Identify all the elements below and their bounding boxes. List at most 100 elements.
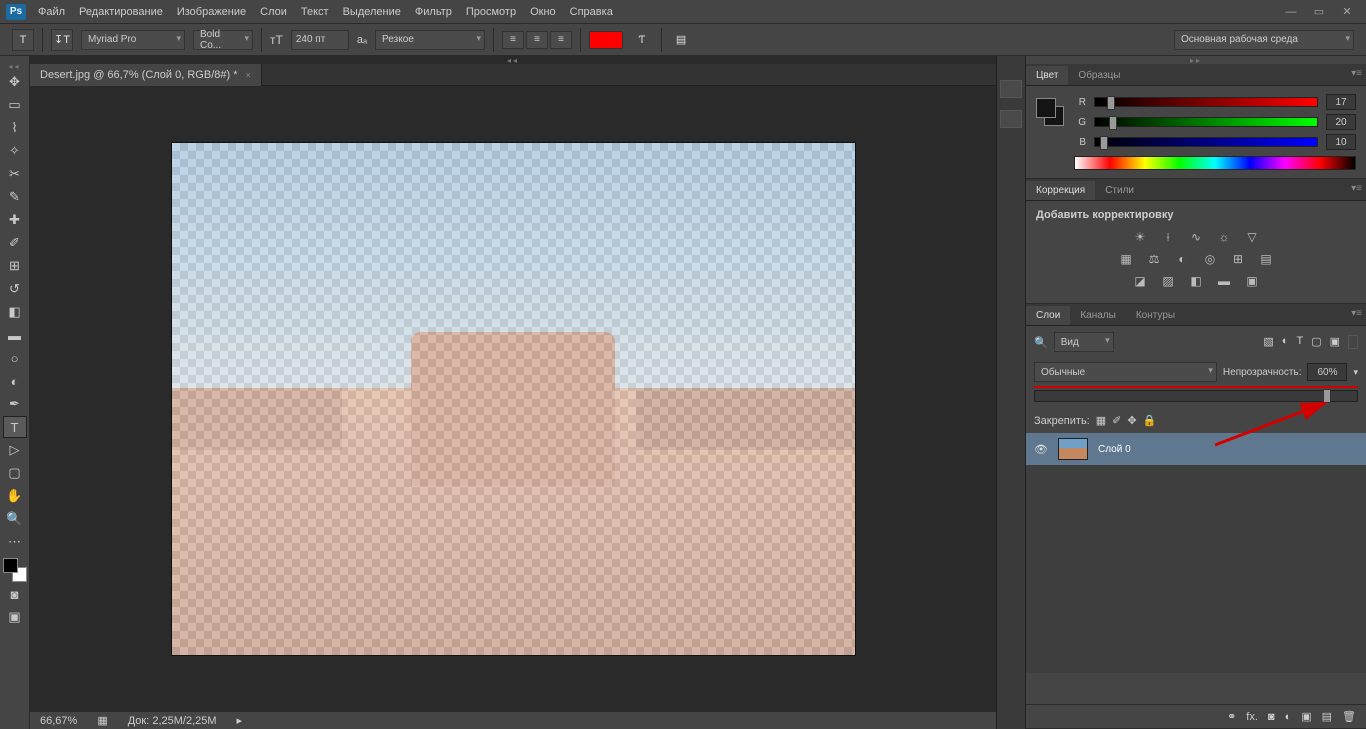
mask-icon[interactable]: ◙ <box>1268 711 1275 723</box>
opacity-value[interactable]: 60% <box>1307 363 1347 381</box>
adj-gradient-icon[interactable]: ▬ <box>1215 273 1233 289</box>
menu-view[interactable]: Просмотр <box>466 6 516 18</box>
adj-hue-icon[interactable]: ▦ <box>1117 251 1135 267</box>
canvas[interactable] <box>172 143 855 655</box>
text-tool-preset-icon[interactable]: T <box>12 29 34 51</box>
fg-bg-color[interactable] <box>3 558 27 582</box>
layer-filter-dropdown[interactable]: Вид <box>1054 332 1114 352</box>
tab-adjustments[interactable]: Коррекция <box>1026 181 1095 200</box>
layer-thumbnail[interactable] <box>1058 438 1088 460</box>
adj-exposure-icon[interactable]: ☼ <box>1215 229 1233 245</box>
opacity-arrow-icon[interactable]: ▾ <box>1353 367 1358 378</box>
layers-panel-menu-icon[interactable]: ▾≡ <box>1351 308 1362 319</box>
lock-all-icon[interactable]: 🔒 <box>1143 414 1157 427</box>
filter-adjust-icon[interactable]: ◐ <box>1282 335 1289 349</box>
tab-color[interactable]: Цвет <box>1026 66 1068 85</box>
eraser-tool-icon[interactable]: ◧ <box>3 301 27 323</box>
align-center-icon[interactable]: ≡ <box>526 31 548 49</box>
menu-file[interactable]: Файл <box>38 6 65 18</box>
link-layers-icon[interactable]: ⚭ <box>1227 710 1236 723</box>
healing-tool-icon[interactable]: ✚ <box>3 209 27 231</box>
document-tab[interactable]: Desert.jpg @ 66,7% (Слой 0, RGB/8#) * × <box>30 64 262 86</box>
adj-threshold-icon[interactable]: ◧ <box>1187 273 1205 289</box>
zoom-value[interactable]: 66,67% <box>40 715 77 727</box>
b-input[interactable] <box>1326 134 1356 150</box>
magic-wand-tool-icon[interactable]: ✧ <box>3 140 27 162</box>
marquee-tool-icon[interactable]: ▭ <box>3 94 27 116</box>
filter-pixel-icon[interactable]: ▧ <box>1263 335 1273 349</box>
workspace-dropdown[interactable]: Основная рабочая среда <box>1174 30 1354 50</box>
tab-swatches[interactable]: Образцы <box>1068 66 1130 85</box>
menu-help[interactable]: Справка <box>570 6 613 18</box>
text-tool-icon[interactable]: T <box>3 416 27 438</box>
doc-size-icon[interactable]: ▦ <box>97 714 107 727</box>
filter-smart-icon[interactable]: ▣ <box>1330 335 1340 349</box>
adj-balance-icon[interactable]: ⚖ <box>1145 251 1163 267</box>
tab-paths[interactable]: Контуры <box>1126 306 1185 325</box>
adj-mixer-icon[interactable]: ⊞ <box>1229 251 1247 267</box>
maximize-icon[interactable]: ▭ <box>1306 3 1332 21</box>
menu-select[interactable]: Выделение <box>343 6 401 18</box>
g-input[interactable] <box>1326 114 1356 130</box>
blur-tool-icon[interactable]: ○ <box>3 347 27 369</box>
adj-lookup-icon[interactable]: ▤ <box>1257 251 1275 267</box>
group-icon[interactable]: ▣ <box>1301 710 1311 723</box>
font-style-dropdown[interactable]: Bold Co... <box>193 30 253 50</box>
lock-position-icon[interactable]: ✥ <box>1127 414 1136 427</box>
filter-toggle-icon[interactable] <box>1348 335 1358 349</box>
adj-vibrance-icon[interactable]: ▽ <box>1243 229 1261 245</box>
screenmode-icon[interactable]: ▣ <box>3 606 27 628</box>
gradient-tool-icon[interactable]: ▬ <box>3 324 27 346</box>
text-orientation-icon[interactable]: ↧T <box>51 29 73 51</box>
shape-tool-icon[interactable]: ▢ <box>3 462 27 484</box>
dodge-tool-icon[interactable]: ◐ <box>3 370 27 392</box>
align-left-icon[interactable]: ≡ <box>502 31 524 49</box>
g-slider[interactable] <box>1094 117 1318 127</box>
brush-tool-icon[interactable]: ✐ <box>3 232 27 254</box>
layer-row[interactable]: 👁 Слой 0 <box>1026 433 1366 465</box>
adj-invert-icon[interactable]: ◪ <box>1131 273 1149 289</box>
align-right-icon[interactable]: ≡ <box>550 31 572 49</box>
adjust-panel-menu-icon[interactable]: ▾≡ <box>1351 183 1362 194</box>
tab-styles[interactable]: Стили <box>1095 181 1144 200</box>
antialias-dropdown[interactable]: Резкое <box>375 30 485 50</box>
r-input[interactable] <box>1326 94 1356 110</box>
lasso-tool-icon[interactable]: ⌇ <box>3 117 27 139</box>
delete-layer-icon[interactable]: 🗑 <box>1342 710 1356 723</box>
menu-window[interactable]: Окно <box>530 6 556 18</box>
zoom-tool-icon[interactable]: 🔍 <box>3 508 27 530</box>
adjustment-layer-icon[interactable]: ◐ <box>1285 711 1292 723</box>
menu-layers[interactable]: Слои <box>260 6 287 18</box>
menu-edit[interactable]: Редактирование <box>79 6 163 18</box>
crop-tool-icon[interactable]: ✂ <box>3 163 27 185</box>
color-swatch[interactable] <box>1036 98 1064 126</box>
warp-text-icon[interactable]: Ƭ <box>631 29 653 51</box>
visibility-icon[interactable]: 👁 <box>1034 443 1048 456</box>
filter-shape-icon[interactable]: ▢ <box>1311 335 1321 349</box>
eyedropper-tool-icon[interactable]: ✎ <box>3 186 27 208</box>
adj-selective-icon[interactable]: ▣ <box>1243 273 1261 289</box>
tab-close-icon[interactable]: × <box>245 70 250 80</box>
pen-tool-icon[interactable]: ✒ <box>3 393 27 415</box>
font-family-dropdown[interactable]: Myriad Pro <box>81 30 185 50</box>
text-color-swatch[interactable] <box>589 31 623 49</box>
spectrum-picker[interactable] <box>1074 156 1356 170</box>
r-slider[interactable] <box>1094 97 1318 107</box>
layer-name[interactable]: Слой 0 <box>1098 444 1131 455</box>
mini-panel-2-icon[interactable] <box>1000 110 1022 128</box>
quickmask-icon[interactable]: ◙ <box>3 583 27 605</box>
adj-brightness-icon[interactable]: ☀ <box>1131 229 1149 245</box>
color-panel-menu-icon[interactable]: ▾≡ <box>1351 68 1362 79</box>
mini-panel-1-icon[interactable] <box>1000 80 1022 98</box>
menu-text[interactable]: Текст <box>301 6 329 18</box>
lock-pixels-icon[interactable]: ▦ <box>1096 414 1106 427</box>
path-select-tool-icon[interactable]: ▷ <box>3 439 27 461</box>
adj-photo-filter-icon[interactable]: ◎ <box>1201 251 1219 267</box>
adj-curves-icon[interactable]: ∿ <box>1187 229 1205 245</box>
edit-toolbar-icon[interactable]: ⋯ <box>3 531 27 553</box>
adj-levels-icon[interactable]: ⟊ <box>1159 229 1177 245</box>
close-icon[interactable]: ✕ <box>1334 3 1360 21</box>
menu-filter[interactable]: Фильтр <box>415 6 452 18</box>
hand-tool-icon[interactable]: ✋ <box>3 485 27 507</box>
stamp-tool-icon[interactable]: ⊞ <box>3 255 27 277</box>
